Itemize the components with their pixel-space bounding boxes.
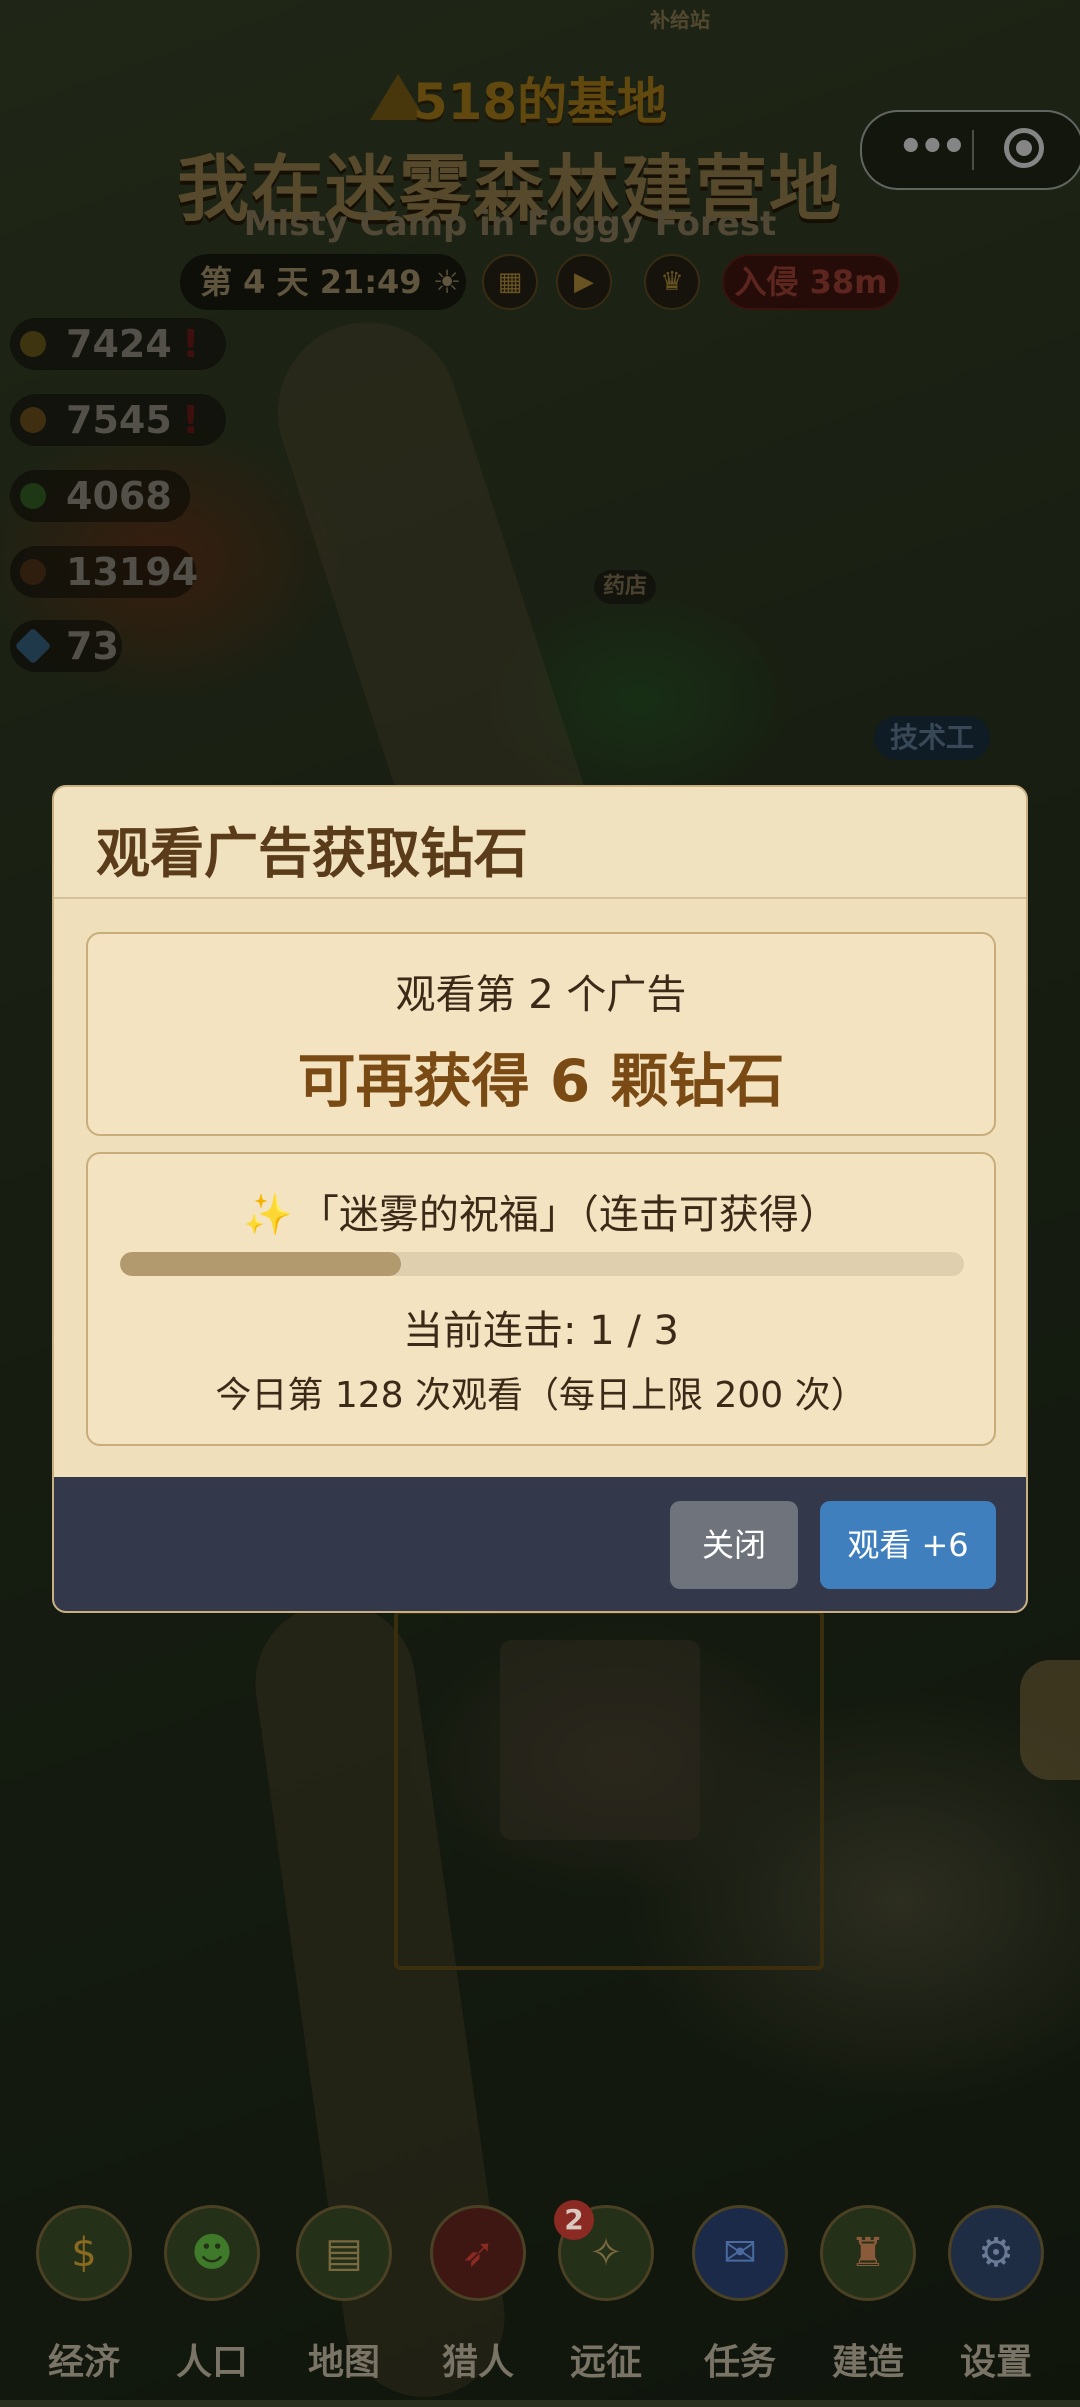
combo-progress-fill <box>120 1252 402 1276</box>
nav-map[interactable]: ▤ 地图 <box>294 2205 394 2383</box>
combo-count: 当前连击: 1 / 3 <box>403 1308 679 1354</box>
combo-progress-bar <box>120 1252 964 1276</box>
nav-settings[interactable]: ⚙ 设置 <box>946 2205 1046 2383</box>
nav-label: 猎人 <box>441 2342 514 2383</box>
dialog-header: 观看广告获取钻石 <box>54 787 1026 899</box>
nav-economy[interactable]: $ 经济 <box>34 2205 134 2383</box>
sparkle-icon: ✨ <box>243 1192 293 1238</box>
close-button[interactable]: 关闭 <box>670 1501 798 1589</box>
watch-ad-button[interactable]: 观看 +6 <box>820 1501 996 1589</box>
daily-watch-count: 今日第 128 次观看（每日上限 200 次） <box>215 1375 867 1416</box>
nav-tasks[interactable]: ✉ 任务 <box>690 2205 790 2383</box>
expedition-badge: 2 <box>554 2200 594 2240</box>
nav-label: 人口 <box>175 2342 248 2383</box>
gear-icon: ⚙ <box>948 2205 1044 2301</box>
watch-ad-dialog: 观看广告获取钻石 观看第 2 个广告 可再获得 6 颗钻石 ✨ 「迷雾的祝福」（连… <box>52 785 1028 1613</box>
dialog-footer: 关闭 观看 +6 <box>54 1477 1026 1611</box>
people-icon: ☻ <box>164 2205 260 2301</box>
blessing-text: 「迷雾的祝福」（连击可获得） <box>298 1192 839 1238</box>
dialog-title: 观看广告获取钻石 <box>96 822 528 885</box>
blessing-line: ✨ 「迷雾的祝福」（连击可获得） <box>88 1182 994 1240</box>
nav-label: 任务 <box>703 2342 776 2383</box>
map-icon: ▤ <box>296 2205 392 2301</box>
reward-card: 观看第 2 个广告 可再获得 6 颗钻石 <box>86 932 996 1136</box>
nav-label: 经济 <box>47 2342 120 2383</box>
nav-label: 地图 <box>307 2342 380 2383</box>
bow-icon: ➶ <box>430 2205 526 2301</box>
nav-population[interactable]: ☻ 人口 <box>162 2205 262 2383</box>
nav-label: 远征 <box>569 2342 642 2383</box>
castle-icon: ♜ <box>820 2205 916 2301</box>
combo-card: ✨ 「迷雾的祝福」（连击可获得） 当前连击: 1 / 3 今日第 128 次观看（… <box>86 1152 996 1446</box>
nav-label: 建造 <box>831 2342 904 2383</box>
scroll-icon: ✉ <box>692 2205 788 2301</box>
reward-text: 可再获得 6 颗钻石 <box>297 1047 785 1115</box>
nav-label: 设置 <box>959 2342 1032 2383</box>
ad-index-text: 观看第 2 个广告 <box>395 972 687 1018</box>
coin-icon: $ <box>36 2205 132 2301</box>
nav-hunter[interactable]: ➶ 猎人 <box>428 2205 528 2383</box>
nav-build[interactable]: ♜ 建造 <box>818 2205 918 2383</box>
